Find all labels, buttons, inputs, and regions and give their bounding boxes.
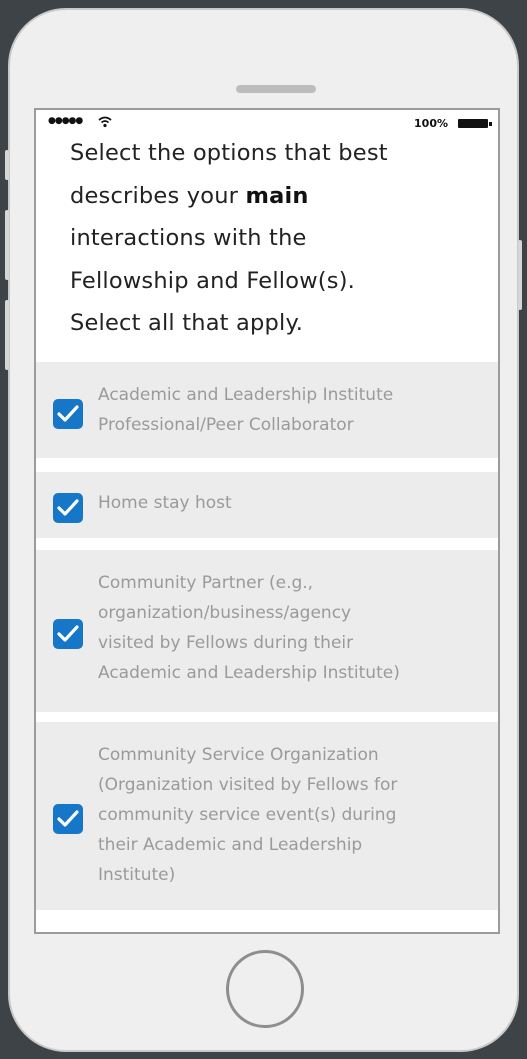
option-home-stay-host[interactable]: Home stay host bbox=[36, 472, 498, 538]
option-community-service-organization[interactable]: Community Service Organization (Organiza… bbox=[36, 722, 498, 910]
checkmark-icon bbox=[57, 810, 79, 827]
question-line: Select the options that best bbox=[70, 140, 388, 166]
phone-screen: ●●●●● 100% Select the options that best … bbox=[34, 108, 500, 934]
checkbox-checked[interactable] bbox=[53, 804, 83, 834]
power-button bbox=[518, 240, 522, 310]
battery-percentage: 100% bbox=[414, 117, 448, 130]
question-line: describes your main bbox=[70, 182, 309, 209]
checkbox-checked[interactable] bbox=[53, 399, 83, 429]
question-line: Select all that apply. bbox=[70, 310, 304, 336]
speaker-grille bbox=[236, 85, 316, 93]
option-academic-leadership-professional[interactable]: Academic and Leadership Institute Profes… bbox=[36, 362, 498, 458]
wifi-icon bbox=[98, 116, 112, 128]
checkmark-icon bbox=[57, 499, 79, 516]
question-line: interactions with the bbox=[70, 225, 307, 251]
battery-icon bbox=[458, 119, 492, 128]
volume-up-button bbox=[5, 210, 9, 280]
checkbox-checked[interactable] bbox=[53, 493, 83, 523]
checkmark-icon bbox=[57, 625, 79, 642]
question-line: Fellowship and Fellow(s). bbox=[70, 267, 356, 294]
option-label: Community Partner (e.g., organization/bu… bbox=[98, 573, 400, 683]
mute-switch bbox=[5, 150, 9, 180]
checkbox-checked[interactable] bbox=[53, 619, 83, 649]
checkmark-icon bbox=[57, 405, 79, 422]
home-button[interactable] bbox=[226, 950, 304, 1028]
question-text: Select the options that best describes y… bbox=[70, 132, 470, 345]
option-label: Community Service Organization (Organiza… bbox=[98, 745, 398, 885]
signal-strength-icon: ●●●●● bbox=[48, 116, 83, 126]
option-label: Home stay host bbox=[98, 493, 232, 513]
option-community-partner[interactable]: Community Partner (e.g., organization/bu… bbox=[36, 550, 498, 712]
volume-down-button bbox=[5, 300, 9, 370]
emphasis-main: main bbox=[245, 182, 309, 209]
option-label: Academic and Leadership Institute Profes… bbox=[98, 385, 394, 435]
